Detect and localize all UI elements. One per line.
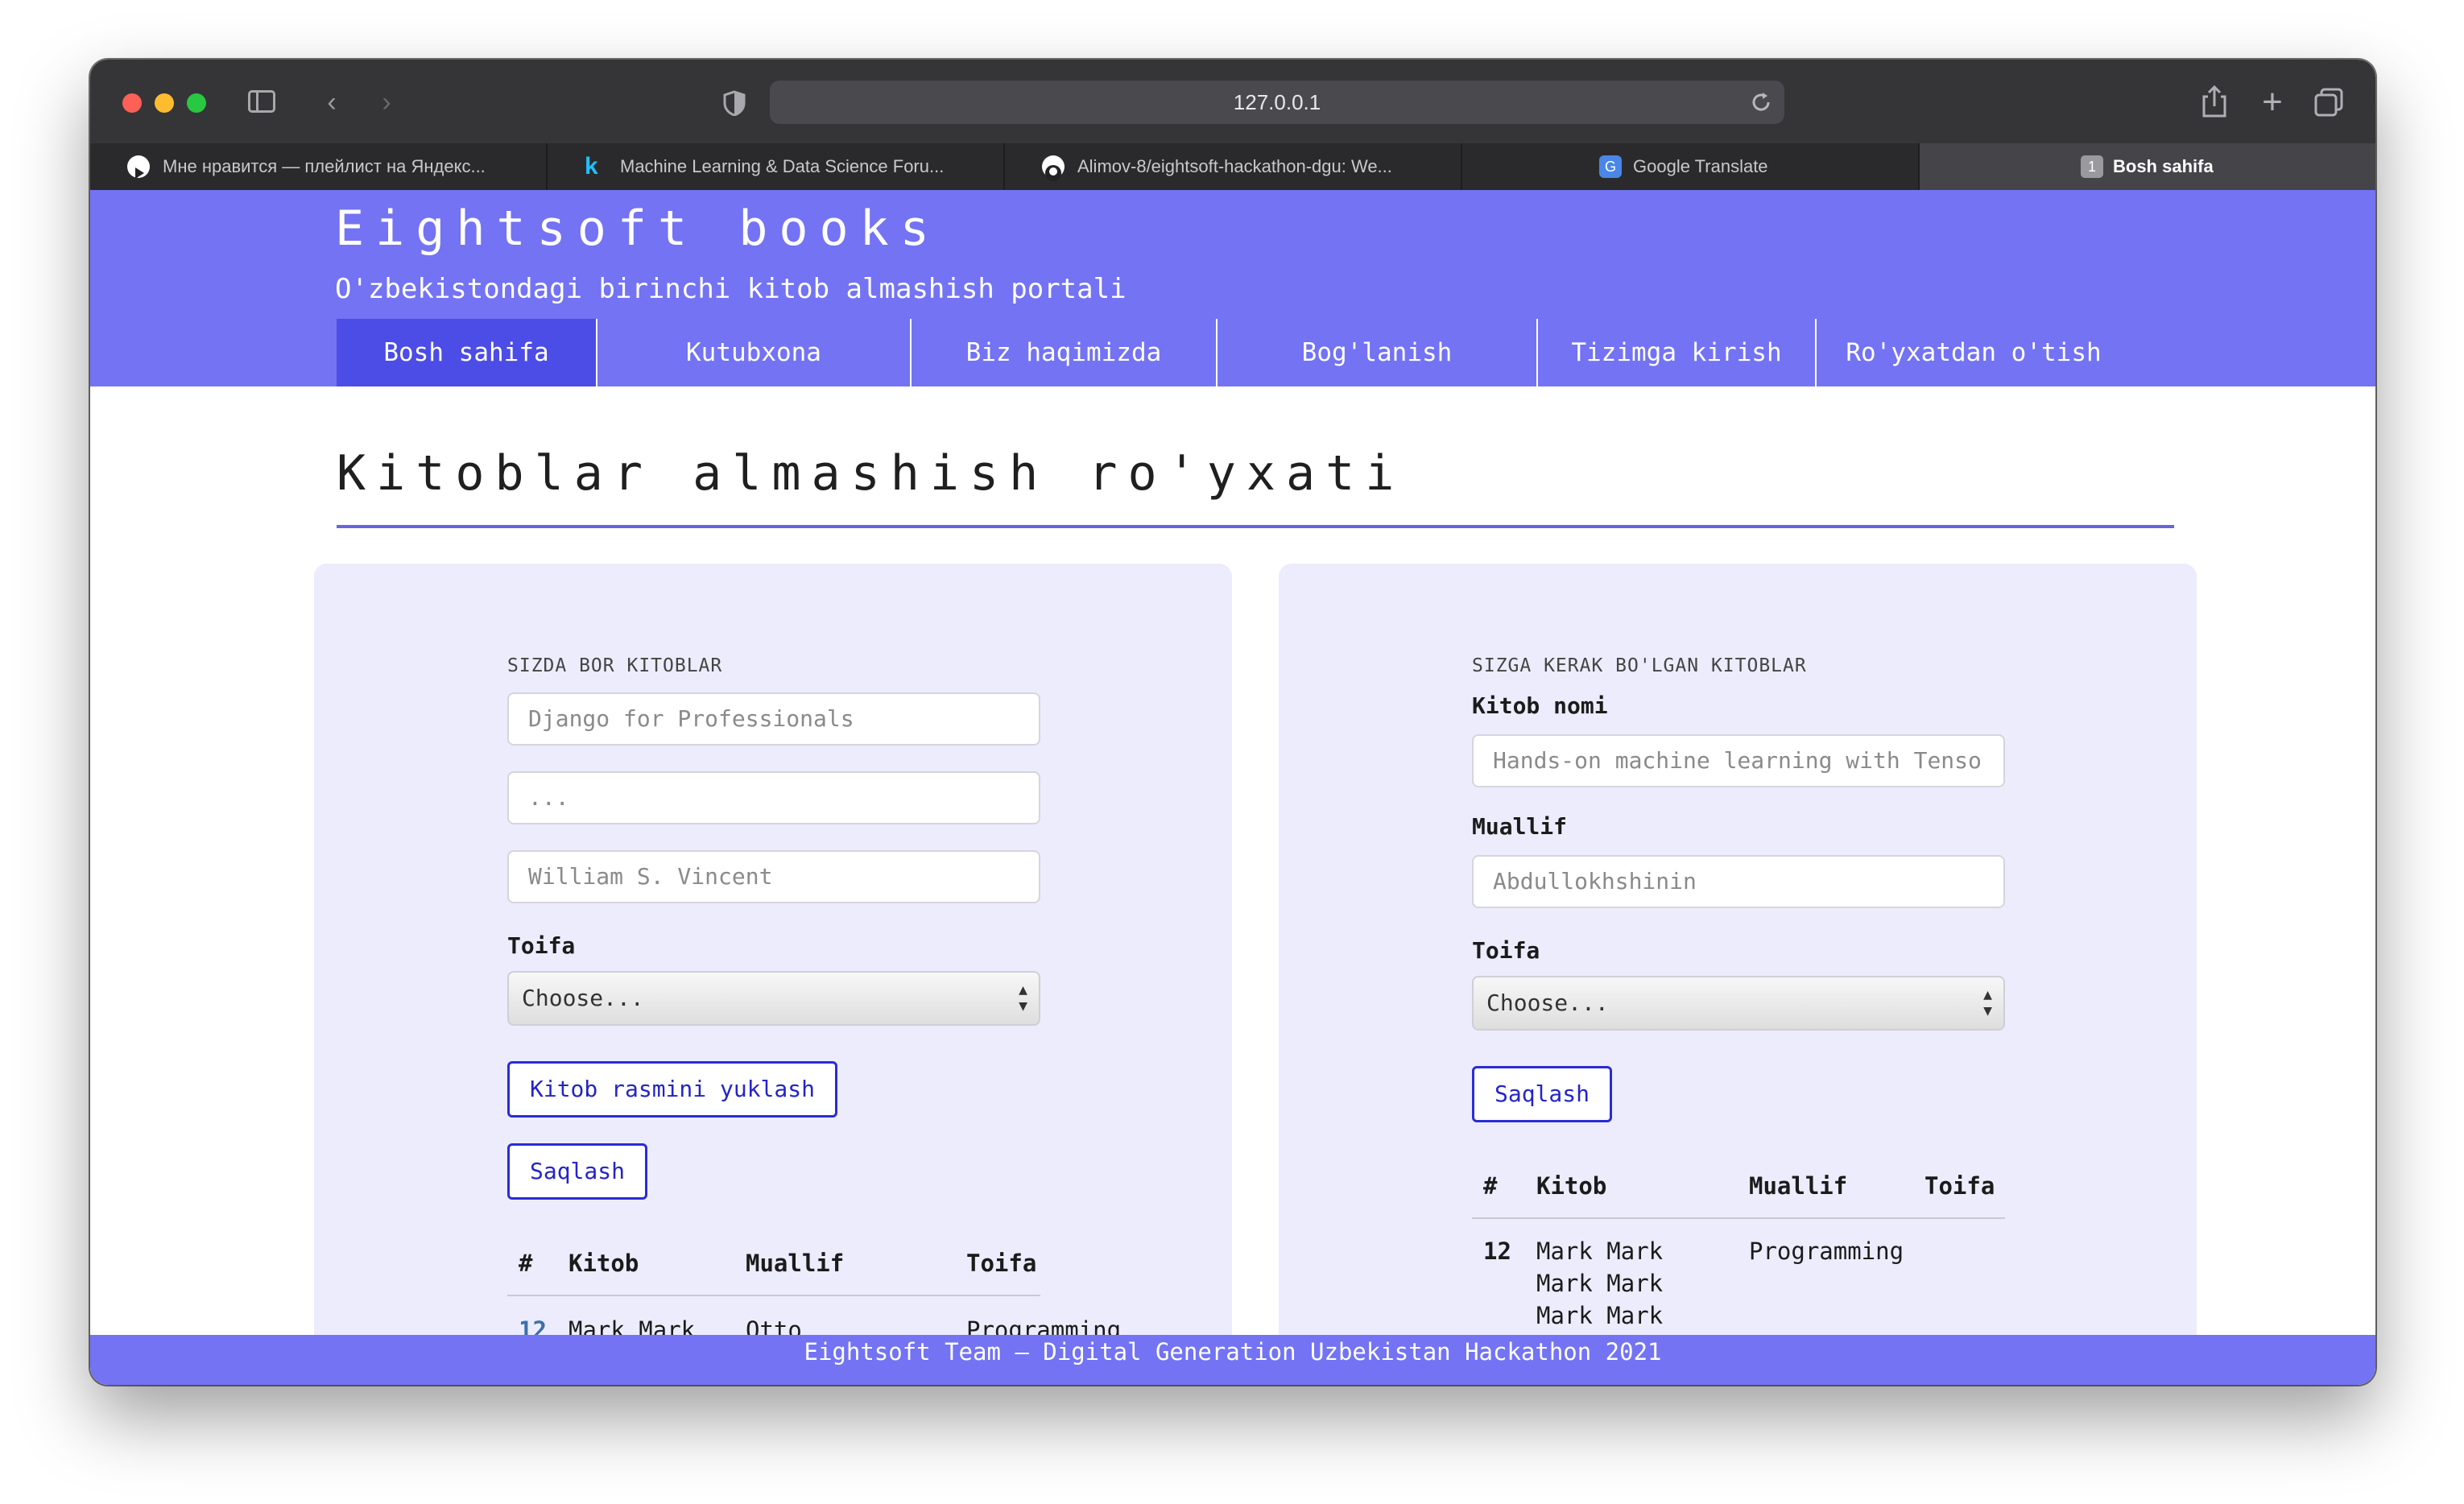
nav-tizimga-kirish[interactable]: Tizimga kirish — [1536, 319, 1815, 386]
row-book-line: Mark Mark — [1536, 1237, 1664, 1265]
row-author: Programming — [1749, 1237, 1904, 1265]
category-select[interactable]: Choose... ▲ ▼ — [507, 971, 1040, 1026]
sidebar-toggle-icon[interactable] — [246, 84, 279, 121]
nav-royxatdan-otish[interactable]: Ro'yxatdan o'tish — [1815, 319, 2131, 386]
new-tab-icon[interactable]: + — [2256, 84, 2288, 121]
row-book-line: Mark Mark — [1536, 1302, 1664, 1329]
have-books-card: SIZDA BOR KITOBLAR Django for Profession… — [314, 564, 1232, 1385]
tab-label: Alimov-8/eightsoft-hackathon-dgu: We... — [1077, 156, 1392, 176]
select-arrows-icon: ▲ ▼ — [1983, 986, 1992, 1019]
book-extra-input[interactable]: ... — [507, 771, 1040, 824]
address-bar[interactable]: 127.0.0.1 — [770, 81, 1784, 124]
yandex-music-icon — [127, 155, 150, 179]
book-name-label: Kitob nomi — [1472, 692, 1608, 719]
browser-window: ‹ › 127.0.0.1 + Мне нравится — плейлист … — [90, 60, 2375, 1385]
title-divider — [337, 525, 2174, 528]
th-author: Muallif — [746, 1250, 845, 1277]
author-label: Muallif — [1472, 813, 1568, 840]
url-text: 127.0.0.1 — [1233, 90, 1321, 114]
section-label: SIZGA KERAK BO'LGAN KITOBLAR — [1472, 655, 1807, 676]
author-input[interactable]: William S. Vincent — [507, 850, 1040, 903]
site-tagline: O'zbekistondagi birinchi kitob almashish… — [335, 273, 1127, 305]
reload-icon[interactable] — [1749, 90, 1773, 114]
kaggle-icon: k — [585, 153, 598, 180]
th-category: Toifa — [1924, 1172, 1995, 1200]
category-label: Toifa — [1472, 937, 1540, 964]
nav-boglanish[interactable]: Bog'lanish — [1216, 319, 1536, 386]
table-header-divider — [1472, 1217, 2005, 1219]
wanted-author-input[interactable]: Abdullokhshinin — [1472, 855, 2005, 908]
tab-label: Мне нравится — плейлист на Яндекс... — [163, 156, 486, 176]
upload-image-button[interactable]: Kitob rasmini yuklash — [507, 1061, 837, 1118]
close-window-button[interactable] — [122, 93, 142, 113]
tab-yandex-music[interactable]: Мне нравится — плейлист на Яндекс... — [90, 143, 548, 190]
select-value: Choose... — [522, 985, 644, 1011]
tab-bosh-sahifa[interactable]: 1 Bosh sahifa — [1920, 143, 2375, 190]
tab-label: Bosh sahifa — [2113, 156, 2214, 176]
tab-github[interactable]: Alimov-8/eightsoft-hackathon-dgu: We... — [1005, 143, 1462, 190]
table-header-divider — [507, 1295, 1040, 1296]
th-author: Muallif — [1749, 1172, 1848, 1200]
nav-biz-haqimizda[interactable]: Biz haqimizda — [910, 319, 1216, 386]
category-select[interactable]: Choose... ▲ ▼ — [1472, 976, 2005, 1031]
th-book: Kitob — [1536, 1172, 1607, 1200]
site-brand[interactable]: Eightsoft books — [335, 196, 941, 261]
tab-kaggle[interactable]: k Machine Learning & Data Science Foru..… — [548, 143, 1005, 190]
th-book: Kitob — [568, 1250, 639, 1277]
save-button[interactable]: Saqlash — [507, 1143, 647, 1200]
github-icon — [1042, 155, 1065, 181]
tab-google-translate[interactable]: G Google Translate — [1462, 143, 1920, 190]
tab-overview-icon[interactable] — [2313, 84, 2345, 121]
book-name-input[interactable]: Django for Professionals — [507, 692, 1040, 746]
row-number: 12 — [1483, 1237, 1511, 1265]
category-label: Toifa — [507, 932, 576, 959]
site-footer: Eightsoft Team — Digital Generation Uzbe… — [90, 1335, 2375, 1385]
tab-number-badge: 1 — [2081, 155, 2103, 178]
nav-bosh-sahifa[interactable]: Bosh sahifa — [337, 319, 596, 386]
web-page: Eightsoft books O'zbekistondagi birinchi… — [90, 190, 2375, 1385]
footer-text: Eightsoft Team — Digital Generation Uzbe… — [804, 1338, 1662, 1366]
section-label: SIZDA BOR KITOBLAR — [507, 655, 723, 676]
tab-label: Google Translate — [1633, 156, 1768, 176]
th-category: Toifa — [966, 1250, 1037, 1277]
page-title: Kitoblar almashish ro'yxati — [337, 445, 1405, 502]
save-button[interactable]: Saqlash — [1472, 1066, 1612, 1122]
forward-arrow-icon[interactable]: › — [370, 84, 403, 121]
tab-label: Machine Learning & Data Science Foru... — [620, 156, 945, 176]
zoom-window-button[interactable] — [187, 93, 206, 113]
site-header: Eightsoft books O'zbekistondagi birinchi… — [90, 190, 2375, 386]
th-number: # — [1483, 1172, 1498, 1200]
minimize-window-button[interactable] — [155, 93, 174, 113]
share-icon[interactable] — [2198, 84, 2230, 121]
row-book-line: Mark Mark — [1536, 1270, 1664, 1297]
privacy-shield-icon[interactable] — [718, 84, 750, 121]
tab-bar: Мне нравится — плейлист на Яндекс... k M… — [90, 143, 2375, 190]
wanted-book-input[interactable]: Hands-on machine learning with Tenso — [1472, 734, 2005, 787]
back-arrow-icon[interactable]: ‹ — [316, 84, 348, 121]
select-arrows-icon: ▲ ▼ — [1019, 981, 1027, 1014]
google-translate-icon: G — [1599, 155, 1622, 178]
need-books-card: SIZGA KERAK BO'LGAN KITOBLAR Kitob nomi … — [1279, 564, 2197, 1385]
th-number: # — [519, 1250, 533, 1277]
select-value: Choose... — [1486, 990, 1609, 1016]
browser-toolbar: ‹ › 127.0.0.1 + — [90, 60, 2375, 143]
nav-kutubxona[interactable]: Kutubxona — [596, 319, 910, 386]
